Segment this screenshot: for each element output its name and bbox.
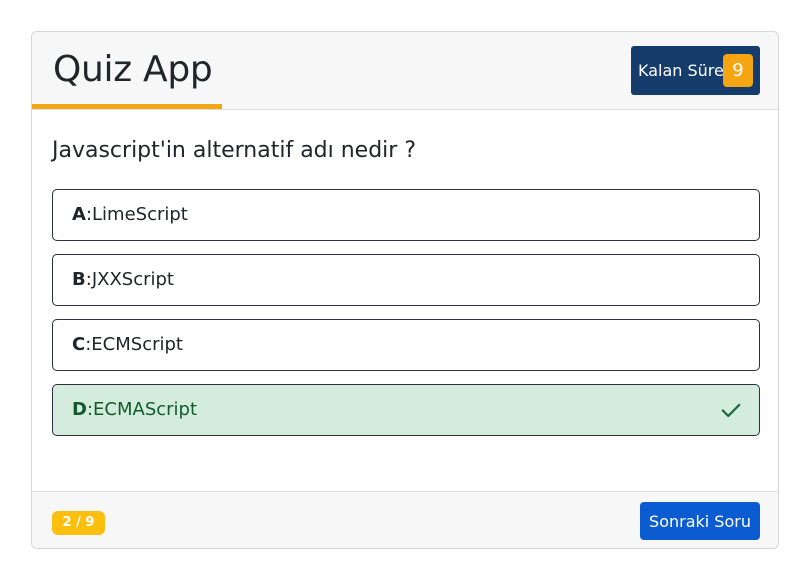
- timer-label: Kalan Süre: [638, 61, 724, 80]
- title-underline: [32, 104, 222, 109]
- option-d-letter: D: [72, 399, 87, 420]
- option-b-label: B:JXXScript: [72, 269, 174, 290]
- question-text: Javascript'in alternatif adı nedir ?: [52, 138, 417, 163]
- option-a-label: A:LimeScript: [72, 204, 188, 225]
- quiz-card: Quiz App Kalan Süre 9 Javascript'in alte…: [31, 31, 779, 549]
- option-c-letter: C: [72, 334, 86, 355]
- timer-value-badge: 9: [723, 54, 753, 87]
- progress-badge: 2 / 9: [52, 511, 105, 535]
- option-b-text: JXXScript: [91, 269, 174, 290]
- app-title: Quiz App: [53, 49, 213, 90]
- option-c-text: ECMScript: [91, 334, 183, 355]
- next-question-button[interactable]: Sonraki Soru: [640, 502, 760, 540]
- option-a-text: LimeScript: [92, 204, 188, 225]
- check-icon: [721, 403, 741, 418]
- option-c[interactable]: C:ECMScript: [52, 319, 760, 371]
- option-a-letter: A: [72, 204, 86, 225]
- option-d-text: ECMAScript: [93, 399, 198, 420]
- card-footer: 2 / 9 Sonraki Soru: [32, 491, 778, 548]
- option-c-label: C:ECMScript: [72, 334, 183, 355]
- option-b-letter: B: [72, 269, 86, 290]
- option-a[interactable]: A:LimeScript: [52, 189, 760, 241]
- option-d-label: D:ECMAScript: [72, 399, 197, 420]
- timer-box: Kalan Süre 9: [631, 46, 760, 95]
- option-d[interactable]: D:ECMAScript: [52, 384, 760, 436]
- card-header: Quiz App Kalan Süre 9: [32, 32, 778, 110]
- option-b[interactable]: B:JXXScript: [52, 254, 760, 306]
